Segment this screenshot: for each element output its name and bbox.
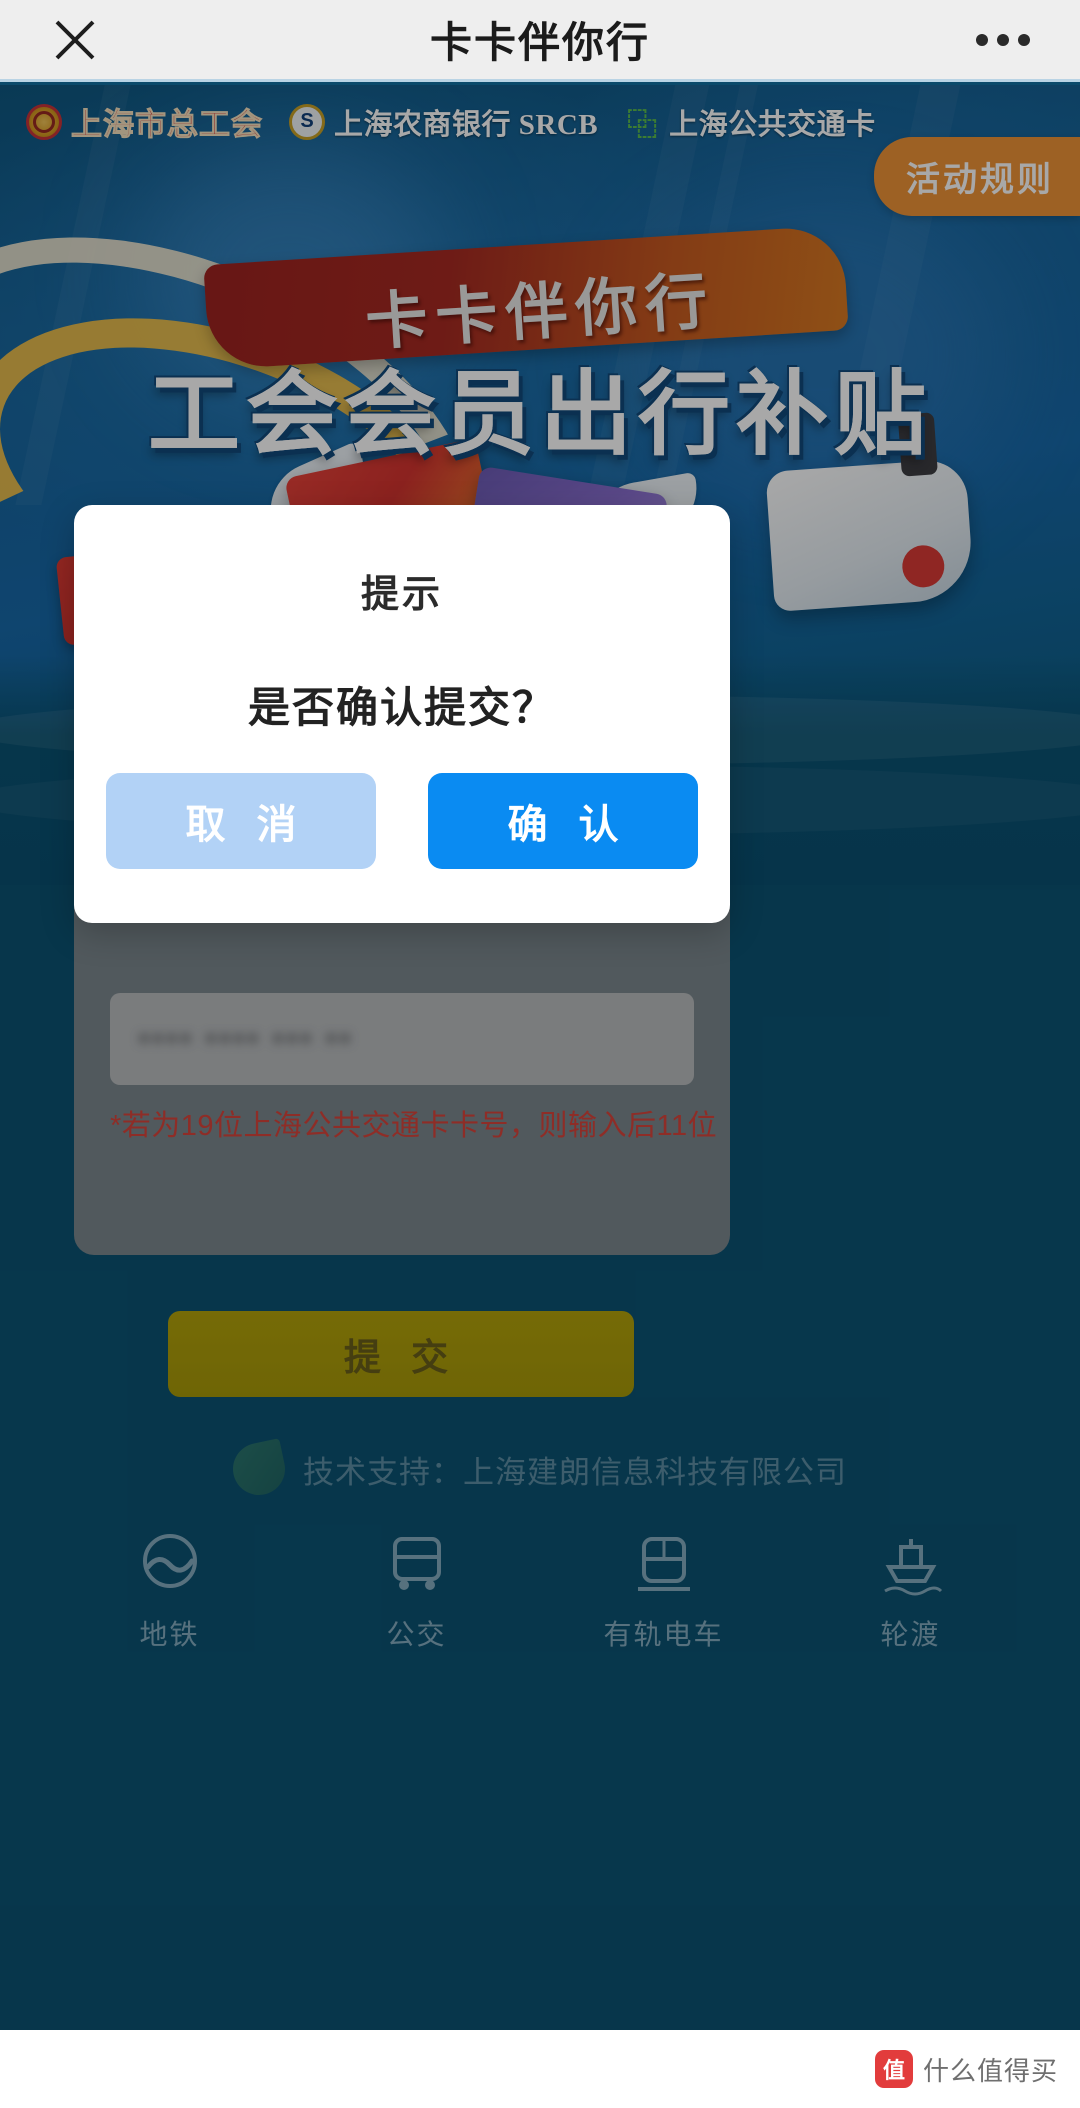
confirm-button[interactable]: 确 认 <box>428 773 698 869</box>
watermark-text: 什么值得买 <box>922 2055 1058 2086</box>
watermark: 值 什么值得买 <box>874 2050 1058 2088</box>
watermark-badge-icon: 值 <box>874 2050 913 2088</box>
topbar: 卡卡伴你行 <box>0 0 1080 82</box>
confirm-dialog: 提示 是否确认提交？ 取 消 确 认 <box>74 505 730 923</box>
dialog-message: 是否确认提交？ <box>247 684 556 731</box>
cancel-button[interactable]: 取 消 <box>106 773 376 869</box>
dialog-title: 提示 <box>360 574 443 616</box>
page-title: 卡卡伴你行 <box>429 19 650 66</box>
app-root: 卡卡伴你行 上海市总工会 S 上海农商银行 SRCB ⿻ 上海公共交通卡 活动规… <box>0 0 1080 2108</box>
close-icon[interactable] <box>48 13 102 67</box>
more-dots-icon[interactable] <box>976 33 1030 46</box>
dialog-actions: 取 消 确 认 <box>74 773 730 869</box>
modal-overlay[interactable] <box>0 85 1080 2108</box>
page-content: 上海市总工会 S 上海农商银行 SRCB ⿻ 上海公共交通卡 活动规则 卡卡伴你… <box>0 85 1080 2108</box>
